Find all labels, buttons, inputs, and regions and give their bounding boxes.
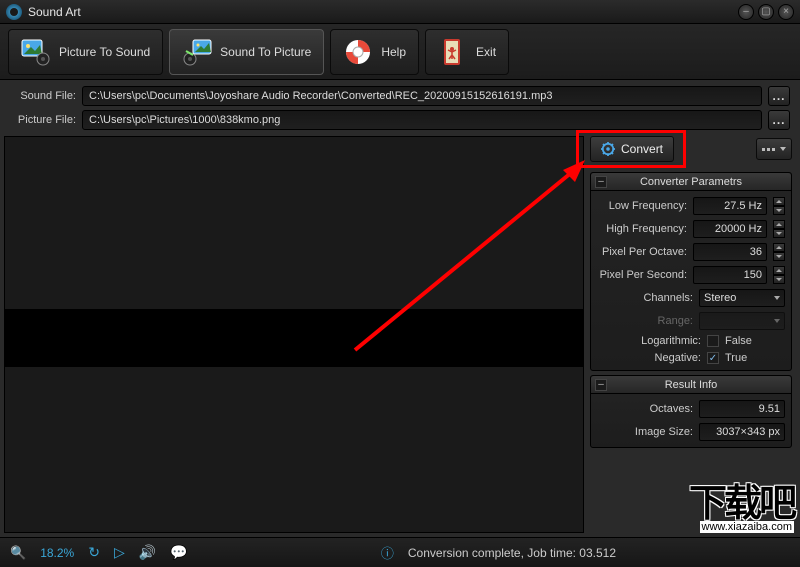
side-panel: Convert – Converter Parametrs Low Freque…	[584, 132, 800, 537]
pixel-per-second-value[interactable]: 150	[693, 266, 767, 284]
preview-image	[5, 309, 583, 367]
converter-parameters-body: Low Frequency: 27.5 Hz High Frequency: 2…	[591, 191, 791, 370]
zoom-icon: 🔍	[10, 545, 26, 561]
info-icon: ⓘ	[381, 543, 394, 562]
low-frequency-label: Low Frequency:	[597, 200, 687, 212]
image-size-value: 3037×343 px	[699, 423, 785, 441]
pixel-per-octave-label: Pixel Per Octave:	[597, 246, 687, 258]
negative-checkbox[interactable]	[707, 352, 719, 364]
zoom-value: 18.2%	[40, 546, 74, 560]
picture-file-input[interactable]	[82, 110, 762, 130]
picture-file-label: Picture File:	[10, 114, 76, 126]
result-info-body: Octaves: 9.51 Image Size: 3037×343 px	[591, 394, 791, 447]
status-bar: 🔍 18.2% ↻ ▷ 🔊 💬 ⓘ Conversion complete, J…	[0, 537, 800, 567]
pixel-per-octave-spinner[interactable]	[773, 243, 785, 261]
collapse-button[interactable]: –	[595, 379, 607, 391]
channels-value: Stereo	[704, 292, 736, 304]
negative-value: True	[725, 352, 785, 364]
collapse-button[interactable]: –	[595, 176, 607, 188]
pixel-per-second-label: Pixel Per Second:	[597, 269, 687, 281]
convert-row: Convert	[590, 136, 792, 168]
converter-parameters-group: – Converter Parametrs Low Frequency: 27.…	[590, 172, 792, 371]
title-bar: Sound Art – ▢ ×	[0, 0, 800, 24]
picture-to-sound-button[interactable]: Picture To Sound	[8, 29, 163, 75]
logarithmic-checkbox[interactable]	[707, 335, 719, 347]
chevron-down-icon	[774, 296, 780, 300]
exit-label: Exit	[476, 45, 496, 59]
negative-row: Negative: True	[597, 352, 785, 364]
file-paths: Sound File: ... Picture File: ...	[0, 80, 800, 136]
main-toolbar: Picture To Sound Sound To Picture Help E…	[0, 24, 800, 80]
sound-button[interactable]: 🔊	[139, 544, 156, 561]
high-frequency-row: High Frequency: 20000 Hz	[597, 220, 785, 238]
picture-to-sound-label: Picture To Sound	[59, 45, 150, 59]
chevron-down-icon	[774, 319, 780, 323]
help-label: Help	[381, 45, 406, 59]
exit-icon	[438, 37, 468, 67]
help-button[interactable]: Help	[330, 29, 419, 75]
view-mode-button[interactable]	[756, 138, 792, 160]
status-text: Conversion complete, Job time: 03.512	[408, 546, 616, 560]
sound-file-label: Sound File:	[10, 90, 76, 102]
picture-to-sound-icon	[21, 37, 51, 67]
preview-panel[interactable]	[4, 136, 584, 533]
app-icon	[6, 4, 22, 20]
sound-file-row: Sound File: ...	[10, 86, 790, 106]
low-frequency-value[interactable]: 27.5 Hz	[693, 197, 767, 215]
sound-file-input[interactable]	[82, 86, 762, 106]
play-button[interactable]: ▷	[114, 544, 125, 561]
result-info-title: Result Info	[665, 379, 718, 391]
sound-file-browse-button[interactable]: ...	[768, 86, 790, 106]
pixel-per-octave-row: Pixel Per Octave: 36	[597, 243, 785, 261]
channels-row: Channels: Stereo	[597, 289, 785, 307]
sound-to-picture-icon	[182, 37, 212, 67]
minimize-button[interactable]: –	[738, 4, 754, 20]
range-select	[699, 312, 785, 330]
window-title: Sound Art	[28, 5, 738, 19]
exit-button[interactable]: Exit	[425, 29, 509, 75]
chat-button[interactable]: 💬	[170, 544, 187, 561]
logarithmic-value: False	[725, 335, 785, 347]
converter-parameters-title: Converter Parametrs	[640, 176, 742, 188]
maximize-button[interactable]: ▢	[758, 4, 774, 20]
high-frequency-label: High Frequency:	[597, 223, 687, 235]
low-frequency-spinner[interactable]	[773, 197, 785, 215]
range-row: Range:	[597, 312, 785, 330]
range-label: Range:	[597, 315, 693, 327]
negative-label: Negative:	[597, 352, 701, 364]
channels-select[interactable]: Stereo	[699, 289, 785, 307]
refresh-button[interactable]: ↻	[88, 544, 100, 561]
close-button[interactable]: ×	[778, 4, 794, 20]
logarithmic-row: Logarithmic: False	[597, 335, 785, 347]
octaves-label: Octaves:	[597, 403, 693, 415]
pixel-per-octave-value[interactable]: 36	[693, 243, 767, 261]
low-frequency-row: Low Frequency: 27.5 Hz	[597, 197, 785, 215]
image-size-row: Image Size: 3037×343 px	[597, 423, 785, 441]
help-icon	[343, 37, 373, 67]
main-area: Convert – Converter Parametrs Low Freque…	[0, 132, 800, 537]
high-frequency-spinner[interactable]	[773, 220, 785, 238]
sound-to-picture-button[interactable]: Sound To Picture	[169, 29, 324, 75]
convert-button[interactable]: Convert	[590, 136, 674, 162]
gear-icon	[601, 142, 615, 156]
sound-to-picture-label: Sound To Picture	[220, 45, 311, 59]
converter-parameters-header: – Converter Parametrs	[591, 173, 791, 191]
channels-label: Channels:	[597, 292, 693, 304]
picture-file-row: Picture File: ...	[10, 110, 790, 130]
octaves-row: Octaves: 9.51	[597, 400, 785, 418]
convert-label: Convert	[621, 142, 663, 156]
octaves-value: 9.51	[699, 400, 785, 418]
high-frequency-value[interactable]: 20000 Hz	[693, 220, 767, 238]
pixel-per-second-row: Pixel Per Second: 150	[597, 266, 785, 284]
picture-file-browse-button[interactable]: ...	[768, 110, 790, 130]
pixel-per-second-spinner[interactable]	[773, 266, 785, 284]
result-info-header: – Result Info	[591, 376, 791, 394]
result-info-group: – Result Info Octaves: 9.51 Image Size: …	[590, 375, 792, 448]
image-size-label: Image Size:	[597, 426, 693, 438]
logarithmic-label: Logarithmic:	[597, 335, 701, 347]
window-buttons: – ▢ ×	[738, 4, 794, 20]
